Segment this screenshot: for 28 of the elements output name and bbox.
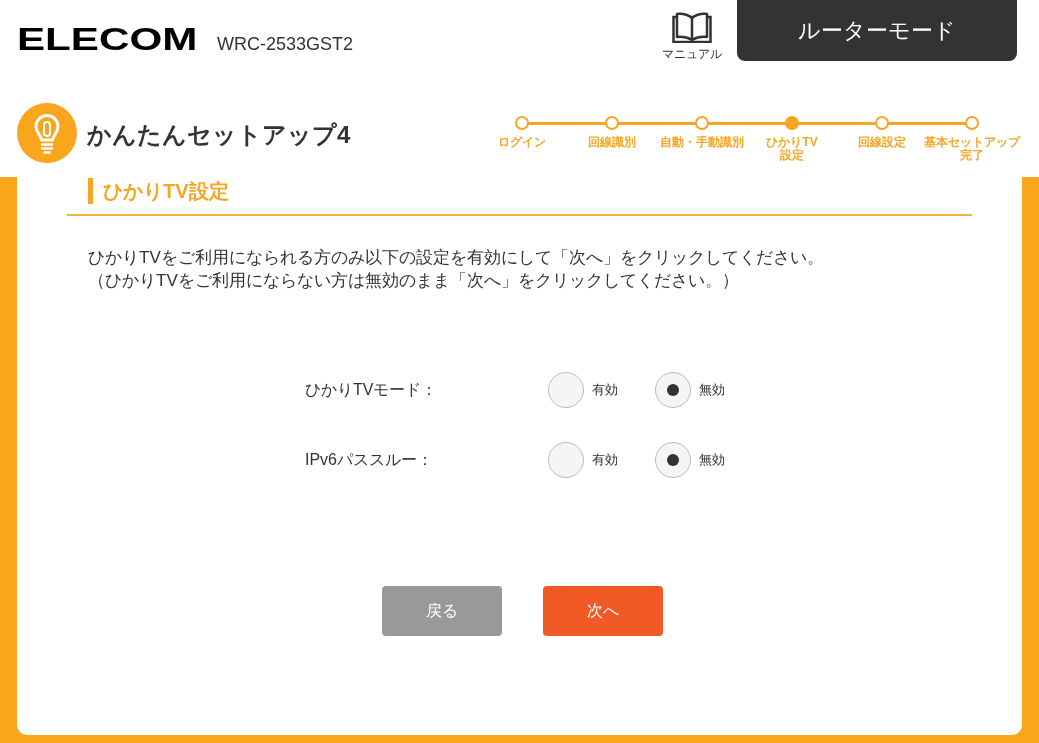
lightbulb-icon — [17, 103, 77, 163]
page-title: かんたんセットアップ4 — [87, 123, 351, 147]
setting-label: ひかりTVモード： — [305, 380, 439, 400]
radio-button[interactable] — [548, 372, 584, 408]
instruction-text: （ひかりTVをご利用にならない方は無効のまま「次へ」をクリックしてください。） — [88, 270, 740, 292]
option-label: 有効 — [592, 451, 618, 470]
step-label: 完了 — [960, 149, 984, 162]
router-mode-button[interactable]: ルーターモード — [737, 0, 1017, 61]
step-label: 設定 — [780, 149, 804, 162]
radio-button[interactable] — [655, 442, 691, 478]
manual-link[interactable]: マニュアル — [657, 11, 727, 61]
logo-text: ELECOM — [17, 24, 198, 55]
model-name: WRC-2533GST2 — [217, 35, 354, 53]
radio-button[interactable] — [548, 442, 584, 478]
step-label: 回線設定 — [858, 136, 906, 149]
section-title: ひかりTV設定 — [103, 181, 229, 201]
setting-label: IPv6パススルー： — [305, 450, 434, 470]
step-label: ログイン — [498, 136, 546, 149]
step-label: ひかりTV — [766, 136, 818, 149]
book-icon — [672, 11, 712, 43]
step-label: 自動・手動識別 — [660, 136, 744, 149]
option-label: 無効 — [699, 381, 725, 400]
option-label: 有効 — [592, 381, 618, 400]
radio-button[interactable] — [655, 372, 691, 408]
step-label: 基本セットアップ — [924, 136, 1020, 149]
option-label: 無効 — [699, 451, 725, 470]
instruction-text: ひかりTVをご利用になられる方のみ以下の設定を有効にして「次へ」をクリックしてください。 — [88, 247, 825, 269]
step-label: 回線識別 — [588, 136, 636, 149]
